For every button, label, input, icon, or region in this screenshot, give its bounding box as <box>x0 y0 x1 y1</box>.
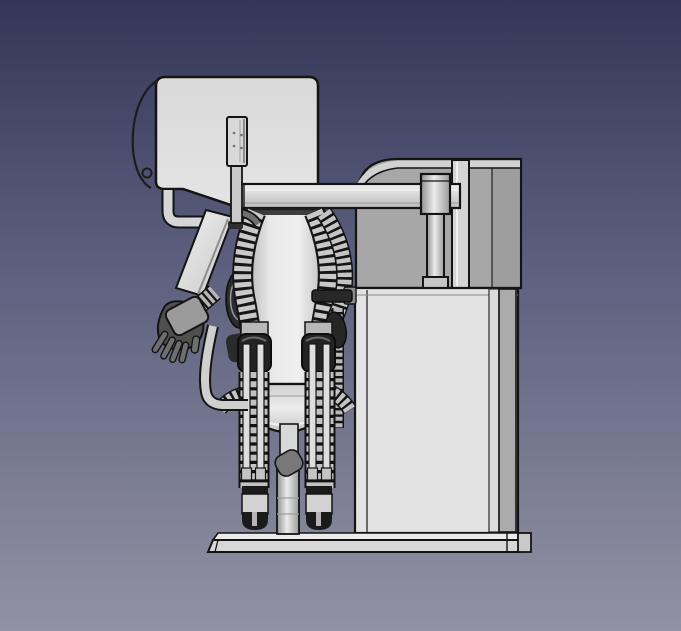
base-plate-lip <box>213 533 518 540</box>
cabinet-lower-gray-strip <box>499 289 516 532</box>
leg-rod-cap <box>256 468 266 480</box>
leg-rod-cap <box>242 468 252 480</box>
leg-rod <box>257 344 264 478</box>
viewport[interactable] <box>0 0 681 631</box>
right-armrest-bar <box>312 290 352 302</box>
left-foot-slot <box>252 512 257 526</box>
left-foot-band <box>242 494 268 514</box>
right-foot[interactable] <box>306 486 332 530</box>
leg-rod-cap <box>322 468 332 480</box>
piston-body <box>421 174 450 214</box>
post-cap-dot <box>240 134 243 137</box>
thumb <box>191 336 200 354</box>
piston-collar <box>423 277 448 288</box>
base-plate-slab <box>208 540 520 552</box>
right-foot-slot <box>316 512 321 526</box>
leg-rod-cap <box>308 468 318 480</box>
base-plate[interactable] <box>208 533 531 552</box>
leg-rod <box>323 344 330 478</box>
post-cap-dot <box>233 145 236 148</box>
base-plate-end-block <box>518 533 531 552</box>
cabinet-column[interactable] <box>452 160 469 288</box>
cabinet-upper-side-shade <box>492 161 519 286</box>
cabinet-lower-light-strip <box>489 289 499 532</box>
viewport-canvas[interactable] <box>0 0 681 631</box>
piston-rod <box>427 214 444 278</box>
left-foot[interactable] <box>242 486 268 530</box>
cabinet-lower[interactable] <box>355 288 518 533</box>
post-stem <box>231 166 242 223</box>
post-cap-dot <box>240 147 243 150</box>
right-foot-band <box>306 494 332 514</box>
leg-rod <box>309 344 316 478</box>
post-cap-dot <box>233 132 236 135</box>
